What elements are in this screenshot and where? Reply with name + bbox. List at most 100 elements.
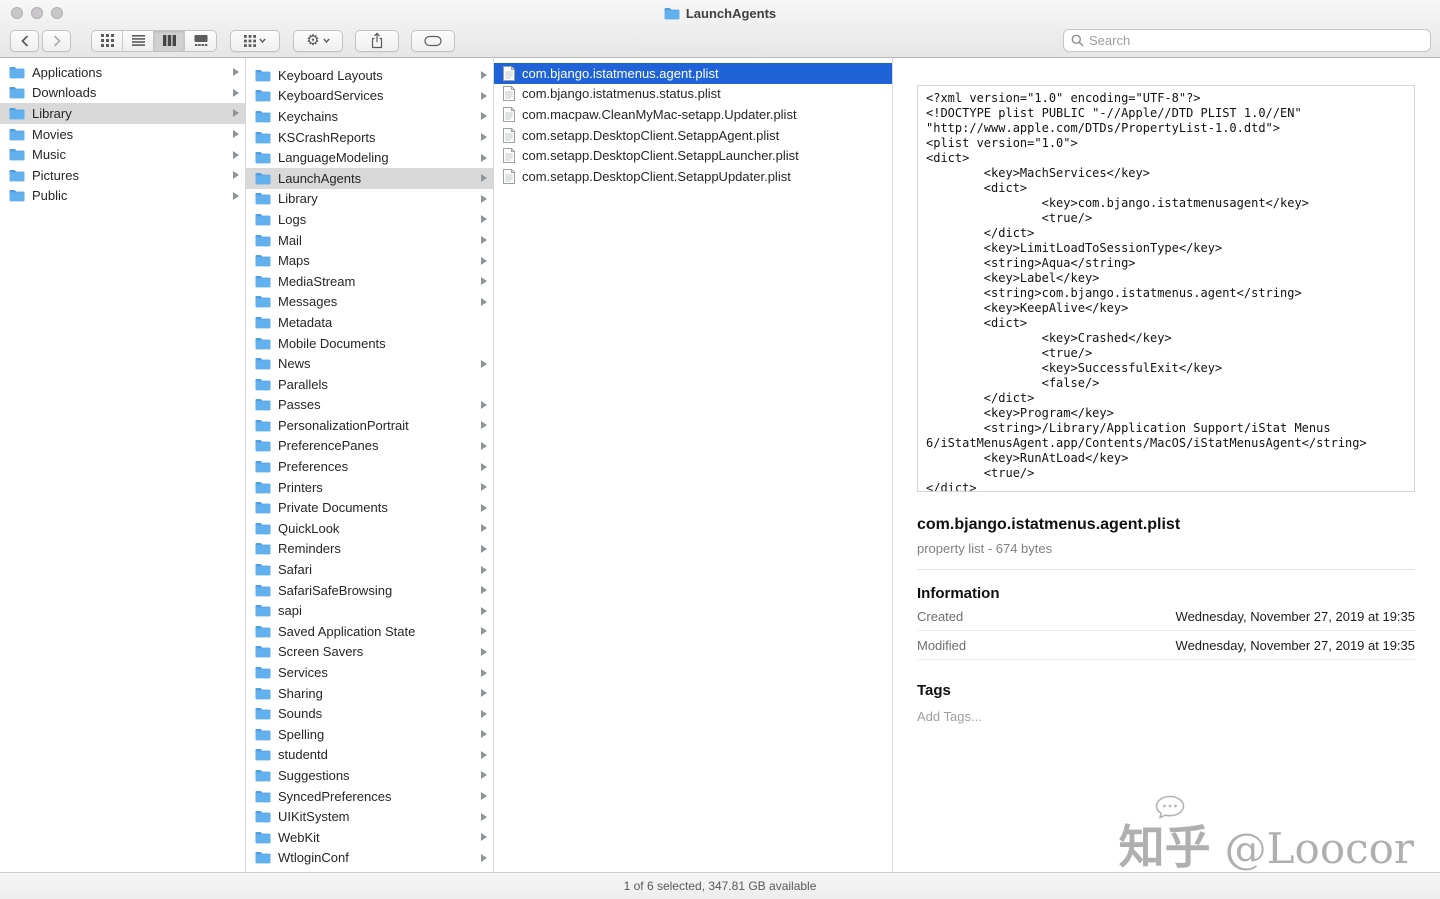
gallery-view-button[interactable] (185, 31, 216, 51)
folder-name: MediaStream (278, 274, 481, 289)
folder-row[interactable]: Saved Application State (246, 621, 493, 642)
folder-row[interactable]: Library (246, 189, 493, 210)
folder-row[interactable]: PreferencePanes (246, 436, 493, 457)
folder-row[interactable]: Parallels (246, 374, 493, 395)
view-switcher (91, 30, 217, 52)
folder-name: UIKitSystem (278, 809, 481, 824)
preview-file-name: com.bjango.istatmenus.agent.plist (917, 516, 1415, 534)
folder-row[interactable]: Library (0, 103, 245, 124)
folder-icon (9, 107, 25, 120)
folder-row[interactable]: Sounds (246, 703, 493, 724)
disclosure-arrow-icon (481, 833, 487, 841)
column-launchagents: com.bjango.istatmenus.agent.plist com.bj… (494, 58, 893, 872)
folder-row[interactable]: Services (246, 662, 493, 683)
tag-button[interactable] (411, 30, 455, 52)
file-row[interactable]: com.setapp.DesktopClient.SetappUpdater.p… (494, 166, 892, 187)
file-row[interactable]: com.bjango.istatmenus.agent.plist (494, 63, 892, 84)
folder-row[interactable]: Preferences (246, 456, 493, 477)
group-button[interactable] (230, 30, 280, 52)
close-button[interactable] (11, 7, 23, 19)
folder-row[interactable]: Suggestions (246, 765, 493, 786)
disclosure-arrow-icon (481, 92, 487, 100)
folder-name: Metadata (278, 315, 481, 330)
folder-row[interactable]: KSCrashReports (246, 127, 493, 148)
folder-row[interactable]: Printers (246, 477, 493, 498)
minimize-button[interactable] (31, 7, 43, 19)
folder-row[interactable]: LaunchAgents (246, 168, 493, 189)
folder-row[interactable]: QuickLook (246, 518, 493, 539)
folder-name: Private Documents (278, 500, 481, 515)
preview-pane: <?xml version="1.0" encoding="UTF-8"?> <… (893, 58, 1440, 872)
folder-name: Mail (278, 233, 481, 248)
folder-icon (255, 172, 271, 185)
file-row[interactable]: com.setapp.DesktopClient.SetappAgent.pli… (494, 125, 892, 146)
folder-icon (255, 522, 271, 535)
folder-row[interactable]: News (246, 353, 493, 374)
column-view-button[interactable] (154, 31, 185, 51)
folder-row[interactable]: Messages (246, 292, 493, 313)
folder-row[interactable]: Reminders (246, 539, 493, 560)
search-input[interactable] (1089, 33, 1423, 48)
folder-row[interactable]: Applications (0, 62, 245, 83)
disclosure-arrow-icon (481, 669, 487, 677)
folder-row[interactable]: SafariSafeBrowsing (246, 580, 493, 601)
back-button[interactable] (10, 30, 39, 52)
folder-icon (255, 810, 271, 823)
file-row[interactable]: com.macpaw.CleanMyMac-setapp.Updater.pli… (494, 104, 892, 125)
zoom-button[interactable] (51, 7, 63, 19)
folder-name: Preferences (278, 459, 481, 474)
search-icon (1071, 34, 1084, 47)
folder-row[interactable]: Screen Savers (246, 642, 493, 663)
folder-name: Mobile Documents (278, 336, 481, 351)
file-row[interactable]: com.bjango.istatmenus.status.plist (494, 84, 892, 105)
file-row[interactable]: com.setapp.DesktopClient.SetappLauncher.… (494, 145, 892, 166)
folder-row[interactable]: SyncedPreferences (246, 786, 493, 807)
folder-row[interactable]: Passes (246, 395, 493, 416)
folder-row[interactable]: Downloads (0, 83, 245, 104)
action-button[interactable]: ⚙ (293, 30, 343, 52)
folder-row[interactable]: studentd (246, 745, 493, 766)
folder-row[interactable]: Keychains (246, 106, 493, 127)
folder-row[interactable]: Safari (246, 559, 493, 580)
share-button[interactable] (355, 30, 399, 52)
folder-row[interactable]: Keyboard Layouts (246, 65, 493, 86)
folder-row[interactable]: Mail (246, 230, 493, 251)
folder-row[interactable]: Sharing (246, 683, 493, 704)
folder-row[interactable]: Maps (246, 250, 493, 271)
modified-value: Wednesday, November 27, 2019 at 19:35 (1176, 638, 1415, 653)
plist-file-icon (503, 169, 515, 184)
folder-row[interactable]: Music (0, 144, 245, 165)
folder-row[interactable]: sapi (246, 600, 493, 621)
folder-name: KeyboardServices (278, 88, 481, 103)
folder-icon (255, 275, 271, 288)
icon-view-button[interactable] (92, 31, 123, 51)
folder-row[interactable]: MediaStream (246, 271, 493, 292)
folder-row[interactable]: UIKitSystem (246, 806, 493, 827)
add-tags-field[interactable]: Add Tags... (917, 709, 1415, 724)
folder-row[interactable]: WtloginConf (246, 848, 493, 869)
folder-row[interactable]: PersonalizationPortrait (246, 415, 493, 436)
search-field[interactable] (1063, 29, 1431, 52)
plist-file-icon (503, 66, 515, 81)
folder-row[interactable]: Private Documents (246, 497, 493, 518)
folder-row[interactable]: Pictures (0, 165, 245, 186)
folder-row[interactable]: Logs (246, 209, 493, 230)
folder-row[interactable]: Mobile Documents (246, 333, 493, 354)
folder-name: Sharing (278, 686, 481, 701)
disclosure-arrow-icon (481, 442, 487, 450)
folder-row[interactable]: Public (0, 186, 245, 207)
list-view-button[interactable] (123, 31, 154, 51)
preview-file-kind: property list - 674 bytes (917, 541, 1415, 556)
information-heading: Information (917, 585, 1415, 602)
folder-row[interactable]: KeyboardServices (246, 86, 493, 107)
forward-button[interactable] (42, 30, 71, 52)
folder-row[interactable]: Movies (0, 124, 245, 145)
disclosure-arrow-icon (233, 130, 239, 138)
folder-name: Public (32, 188, 233, 203)
folder-row[interactable]: LanguageModeling (246, 147, 493, 168)
folder-row[interactable]: Spelling (246, 724, 493, 745)
folder-row[interactable]: Metadata (246, 312, 493, 333)
folder-icon (255, 378, 271, 391)
folder-row[interactable]: WebKit (246, 827, 493, 848)
folder-icon (255, 851, 271, 864)
